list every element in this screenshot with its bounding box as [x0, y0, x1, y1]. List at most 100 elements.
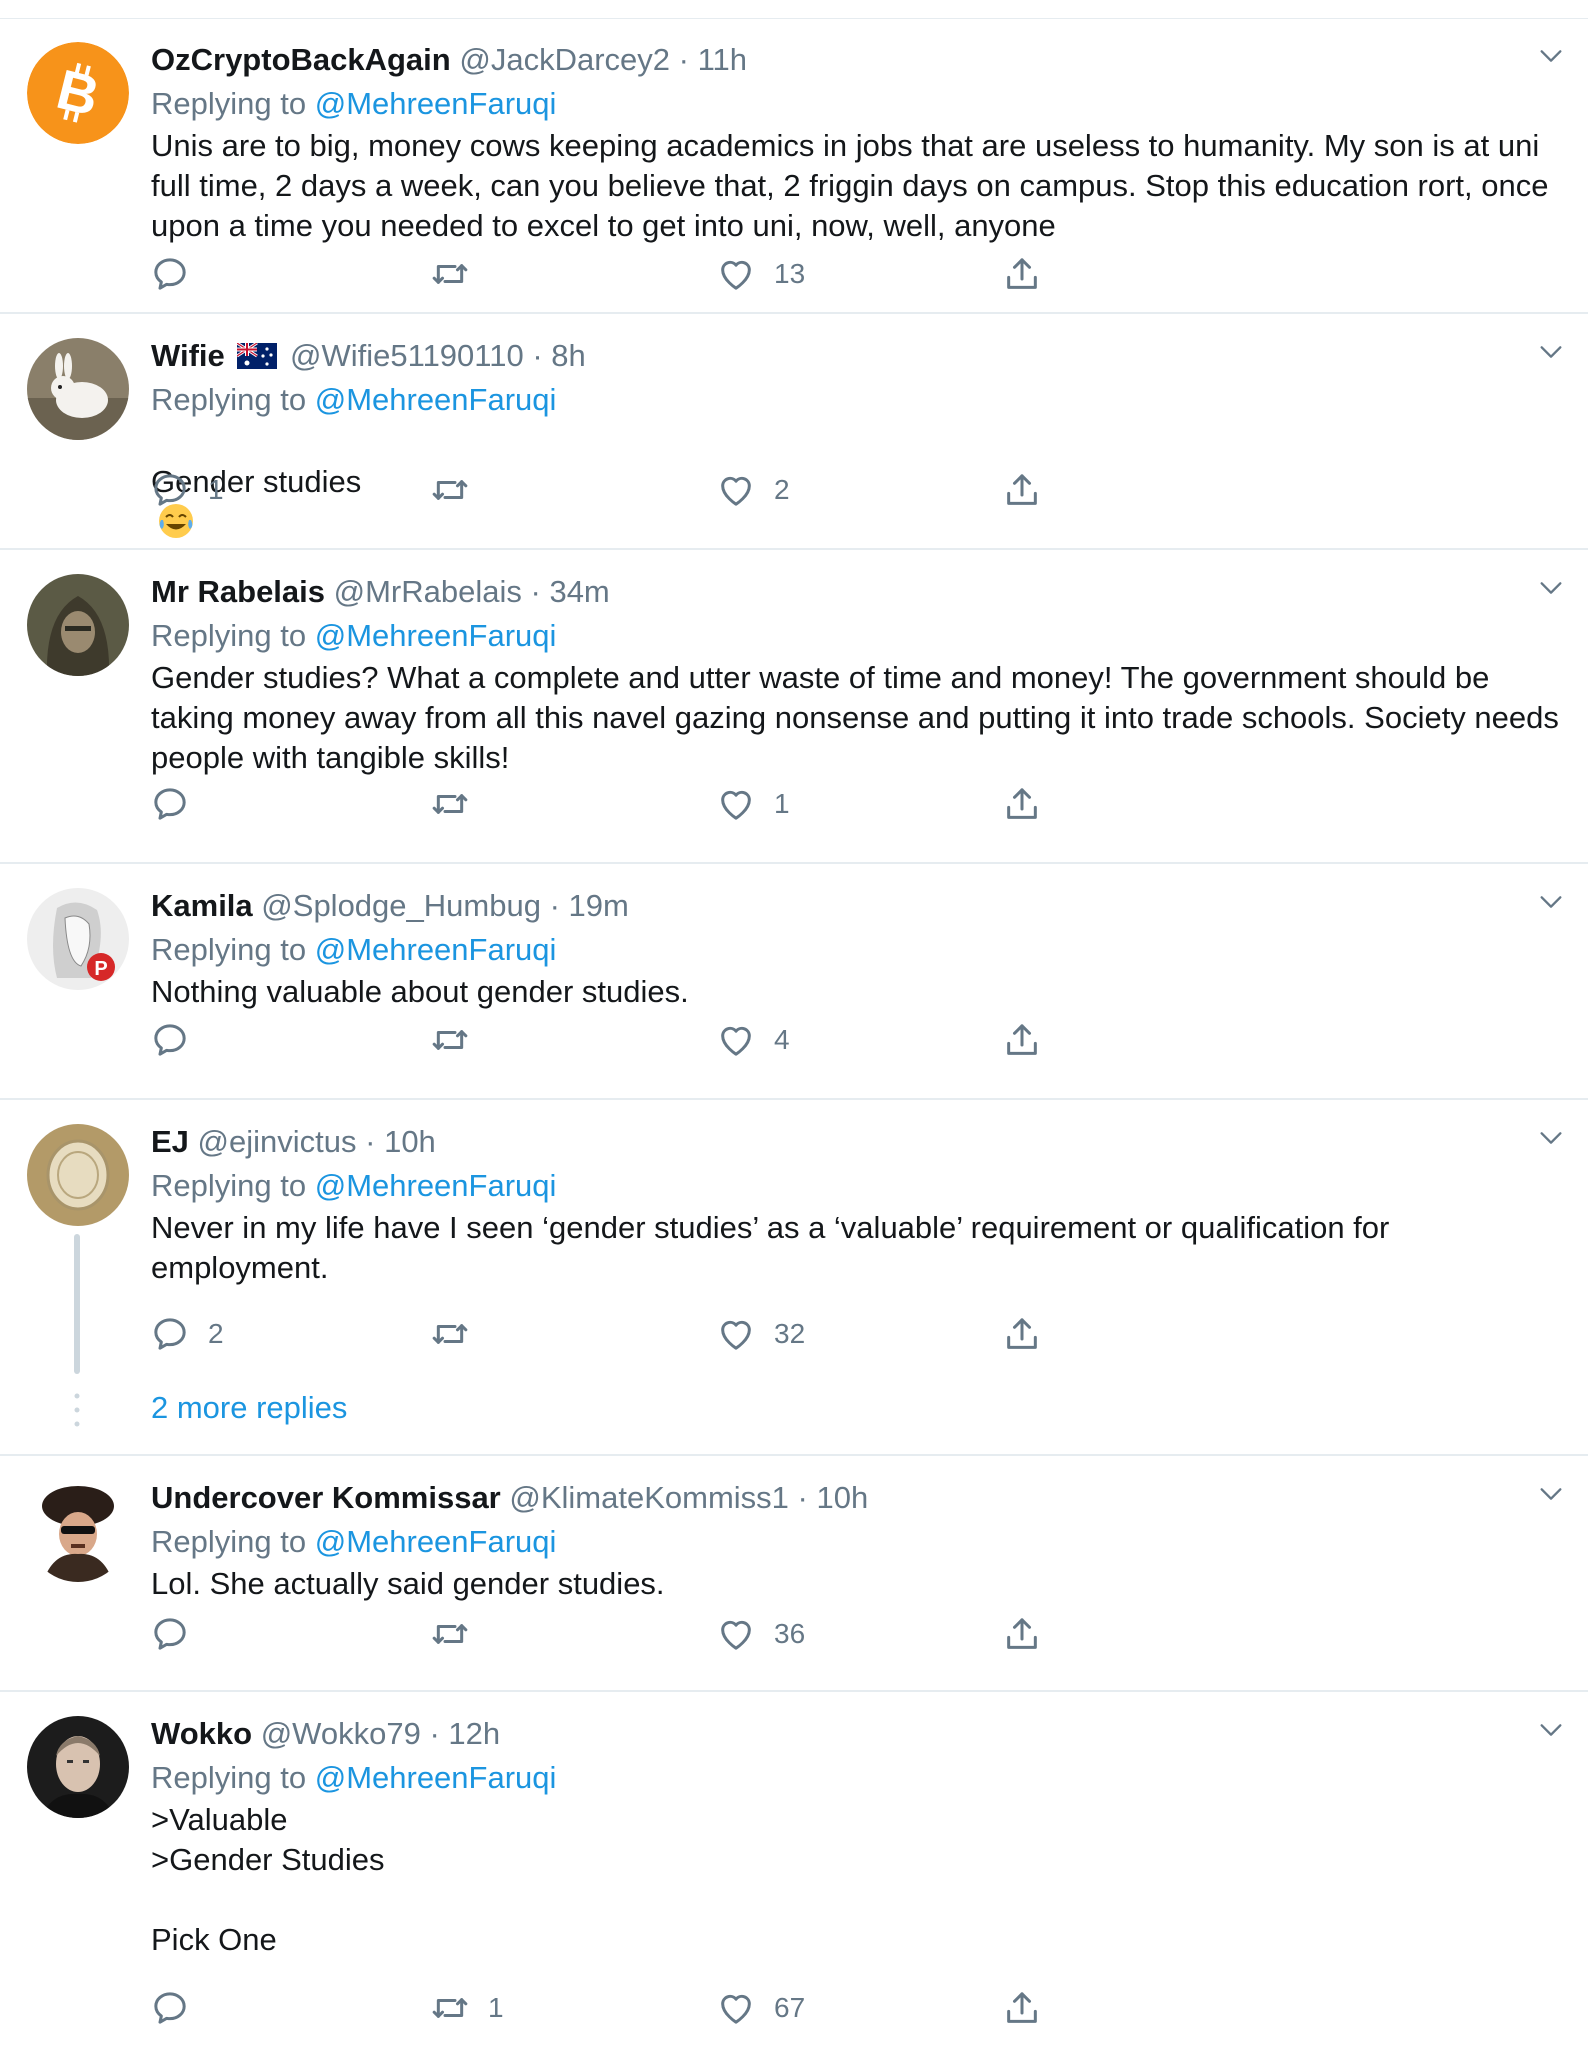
- tweet[interactable]: Undercover Kommissar @KlimateKommiss1 · …: [0, 1456, 1588, 1690]
- reply-button[interactable]: [150, 1984, 208, 2032]
- like-count: 13: [774, 258, 806, 289]
- like-button[interactable]: 67: [716, 1984, 805, 2032]
- timestamp[interactable]: · 19m: [550, 888, 629, 923]
- share-button[interactable]: [1002, 1610, 1042, 1658]
- tweet-actions: 1 2: [0, 466, 1588, 514]
- mention-link[interactable]: @MehreenFaruqi: [315, 1168, 557, 1203]
- avatar[interactable]: [27, 1480, 129, 1582]
- avatar[interactable]: [27, 574, 129, 676]
- retweet-button[interactable]: [430, 1310, 488, 1358]
- tweet-header: Kamila @Splodge_Humbug · 19m: [151, 884, 629, 928]
- share-button[interactable]: [1002, 250, 1042, 298]
- retweet-button[interactable]: [430, 1016, 488, 1064]
- hooded-figure-photo: [27, 574, 129, 676]
- display-name[interactable]: Wokko: [151, 1716, 252, 1751]
- like-count: 67: [774, 1992, 806, 2023]
- chevron-down-icon[interactable]: [1537, 338, 1565, 366]
- tweet[interactable]: Wifie @Wifie51190110 · 8h Replying to @M…: [0, 314, 1588, 548]
- timestamp[interactable]: · 11h: [679, 42, 747, 77]
- replying-to-label: Replying to: [151, 382, 307, 417]
- user-handle[interactable]: @Wifie51190110: [290, 338, 524, 373]
- timestamp[interactable]: · 8h: [532, 338, 585, 373]
- mention-link[interactable]: @MehreenFaruqi: [315, 382, 557, 417]
- avatar[interactable]: [27, 1124, 129, 1226]
- reply-button[interactable]: [150, 780, 208, 828]
- timestamp[interactable]: · 12h: [429, 1716, 500, 1751]
- display-name[interactable]: Mr Rabelais: [151, 574, 325, 609]
- retweet-button[interactable]: [430, 1610, 488, 1658]
- tweet-header: Mr Rabelais @MrRabelais · 34m: [151, 570, 610, 614]
- like-button[interactable]: 1: [716, 780, 790, 828]
- avatar[interactable]: [27, 1716, 129, 1818]
- tweet[interactable]: P Kamila @Splodge_Humbug · 19m Replying …: [0, 864, 1588, 1098]
- more-replies-link[interactable]: 2 more replies: [151, 1390, 347, 1426]
- reply-thread: B OzCryptoBackAgain @JackDarcey2 · 11h R…: [0, 0, 1588, 2053]
- mention-link[interactable]: @MehreenFaruqi: [315, 86, 557, 121]
- chevron-down-icon[interactable]: [1537, 888, 1565, 916]
- share-button[interactable]: [1002, 1016, 1042, 1064]
- share-button[interactable]: [1002, 780, 1042, 828]
- chevron-down-icon[interactable]: [1537, 1124, 1565, 1152]
- user-handle[interactable]: @ejinvictus: [198, 1124, 357, 1159]
- share-button[interactable]: [1002, 1984, 1042, 2032]
- tweet-header: Undercover Kommissar @KlimateKommiss1 · …: [151, 1476, 868, 1520]
- mention-link[interactable]: @MehreenFaruqi: [315, 1524, 557, 1559]
- tweet[interactable]: Wokko @Wokko79 · 12h Replying to @Mehree…: [0, 1692, 1588, 2053]
- like-button[interactable]: 36: [716, 1610, 805, 1658]
- tweet[interactable]: B OzCryptoBackAgain @JackDarcey2 · 11h R…: [0, 18, 1588, 312]
- heart-icon: [716, 1614, 756, 1654]
- man-portrait-photo: [27, 1716, 129, 1818]
- retweet-button[interactable]: 1: [430, 1984, 504, 2032]
- reply-button[interactable]: 1: [150, 466, 224, 514]
- tweet[interactable]: EJ @ejinvictus · 10h Replying to @Mehree…: [0, 1100, 1588, 1454]
- avatar[interactable]: P: [27, 888, 129, 990]
- retweet-icon: [430, 1314, 470, 1354]
- display-name[interactable]: Kamila: [151, 888, 253, 923]
- reply-button[interactable]: [150, 1610, 208, 1658]
- like-button[interactable]: 13: [716, 250, 805, 298]
- retweet-button[interactable]: [430, 466, 488, 514]
- retweet-button[interactable]: [430, 780, 488, 828]
- reply-count: 1: [208, 474, 224, 505]
- display-name[interactable]: EJ: [151, 1124, 189, 1159]
- user-handle[interactable]: @Splodge_Humbug: [261, 888, 541, 923]
- heart-icon: [716, 784, 756, 824]
- tweet[interactable]: Mr Rabelais @MrRabelais · 34m Replying t…: [0, 550, 1588, 862]
- chevron-down-icon[interactable]: [1537, 1716, 1565, 1744]
- bitcoin-logo-icon: B: [27, 42, 129, 144]
- timestamp[interactable]: · 34m: [531, 574, 610, 609]
- reply-button[interactable]: [150, 1016, 208, 1064]
- mention-link[interactable]: @MehreenFaruqi: [315, 618, 557, 653]
- fur-hat-person-photo: [27, 1480, 129, 1582]
- display-name[interactable]: Wifie: [151, 338, 225, 373]
- timestamp[interactable]: · 10h: [798, 1480, 869, 1515]
- like-button[interactable]: 2: [716, 466, 790, 514]
- chevron-down-icon[interactable]: [1537, 1480, 1565, 1508]
- share-button[interactable]: [1002, 466, 1042, 514]
- share-button[interactable]: [1002, 1310, 1042, 1358]
- tweet-text: Never in my life have I seen ‘gender stu…: [151, 1210, 1390, 1285]
- user-handle[interactable]: @Wokko79: [261, 1716, 421, 1751]
- like-button[interactable]: 32: [716, 1310, 805, 1358]
- chevron-down-icon[interactable]: [1537, 574, 1565, 602]
- reply-button[interactable]: 2: [150, 1310, 224, 1358]
- mention-link[interactable]: @MehreenFaruqi: [315, 1760, 557, 1795]
- user-handle[interactable]: @KlimateKommiss1: [509, 1480, 789, 1515]
- chevron-down-icon[interactable]: [1537, 42, 1565, 70]
- mention-link[interactable]: @MehreenFaruqi: [315, 932, 557, 967]
- reply-button[interactable]: [150, 250, 208, 298]
- display-name[interactable]: OzCryptoBackAgain: [151, 42, 451, 77]
- retweet-button[interactable]: [430, 250, 488, 298]
- avatar[interactable]: B: [27, 42, 129, 144]
- replying-to-label: Replying to: [151, 618, 307, 653]
- reply-icon: [150, 1314, 190, 1354]
- user-handle[interactable]: @MrRabelais: [334, 574, 522, 609]
- display-name[interactable]: Undercover Kommissar: [151, 1480, 501, 1515]
- avatar[interactable]: [27, 338, 129, 440]
- reply-icon: [150, 470, 190, 510]
- like-button[interactable]: 4: [716, 1016, 790, 1064]
- heart-icon: [716, 254, 756, 294]
- timestamp[interactable]: · 10h: [365, 1124, 436, 1159]
- share-icon: [1002, 470, 1042, 510]
- user-handle[interactable]: @JackDarcey2: [459, 42, 670, 77]
